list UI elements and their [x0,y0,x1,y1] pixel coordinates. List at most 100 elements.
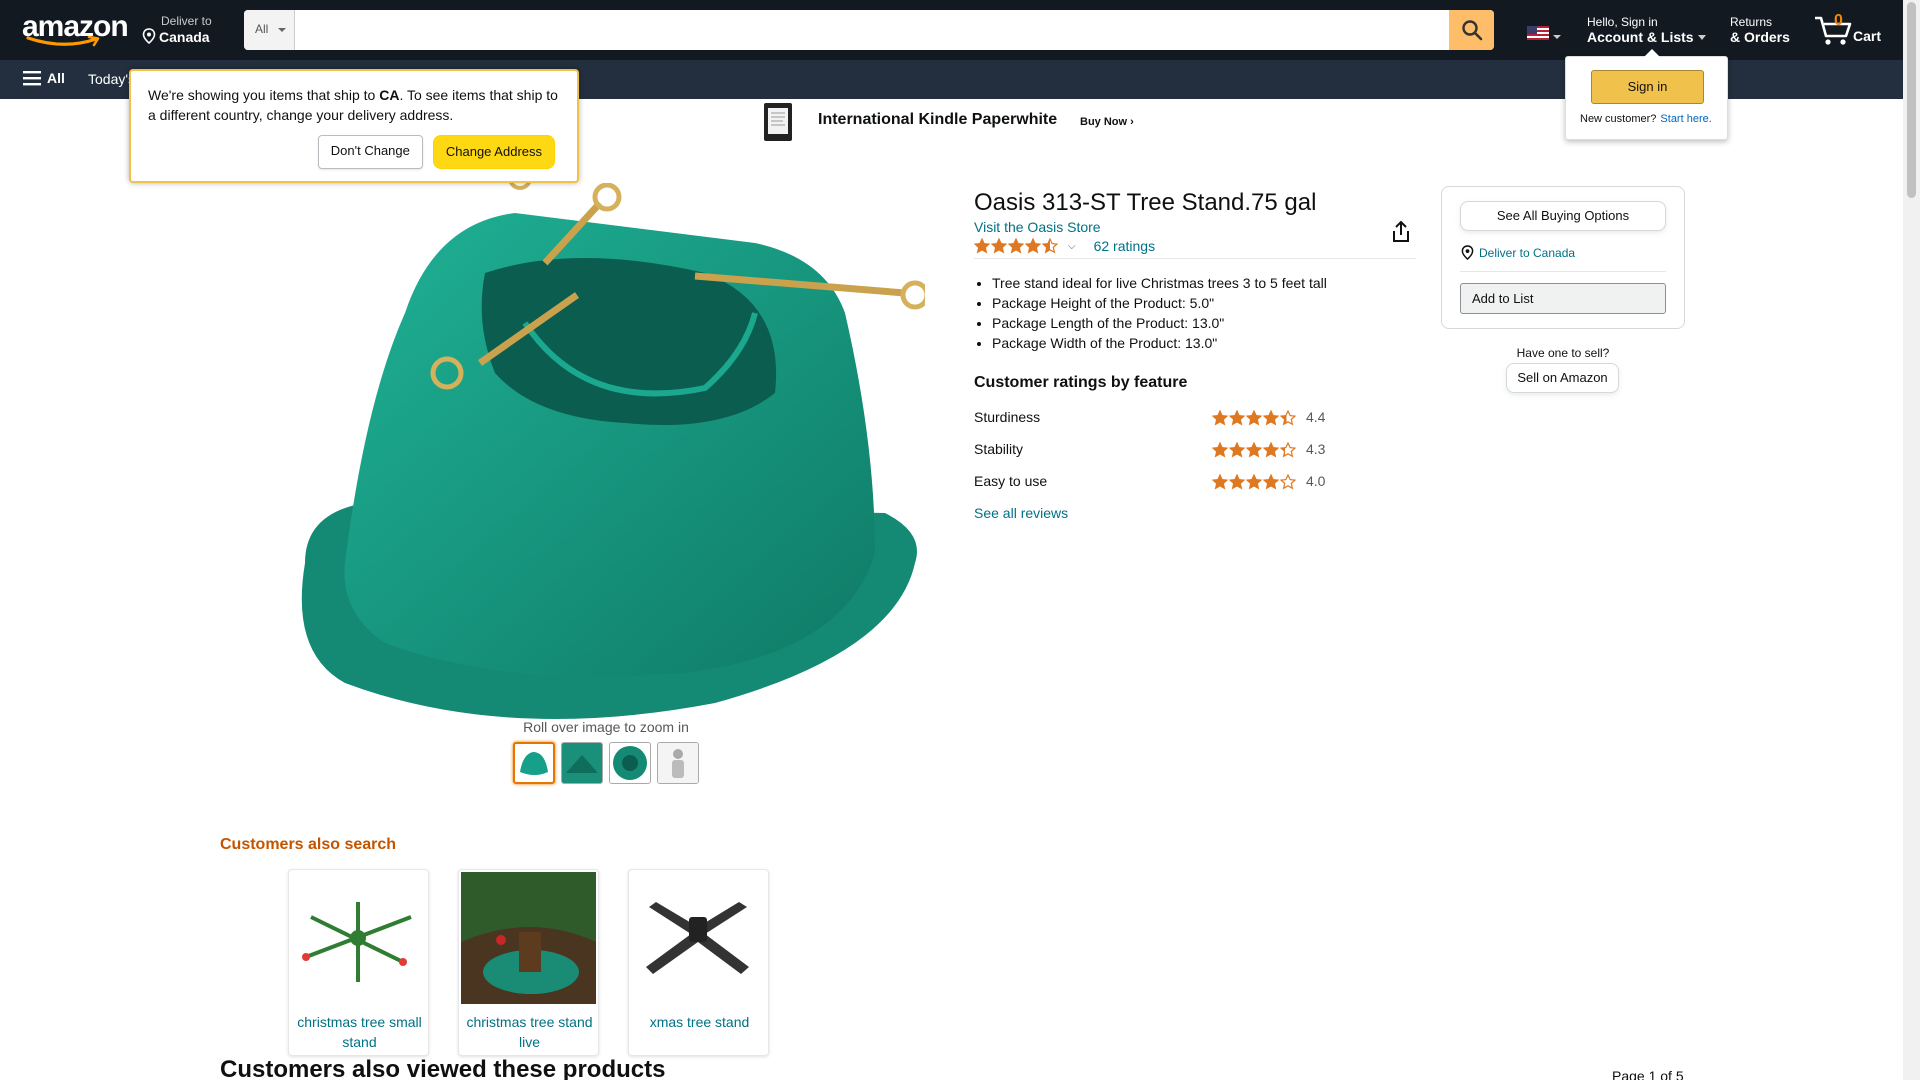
product-thumbnail-image [613,746,647,780]
thumbnail-3[interactable] [609,742,651,784]
divider [974,258,1416,259]
product-rating-stars[interactable] [974,238,1058,254]
todays-deals-link[interactable]: Today's [88,71,135,87]
all-menu-label: All [47,70,65,86]
feature-stars [1212,474,1296,490]
store-link[interactable]: Visit the Oasis Store [974,219,1101,235]
us-flag-icon[interactable] [1527,26,1549,40]
star-icon [1246,474,1262,490]
sell-on-amazon-button[interactable]: Sell on Amazon [1506,363,1619,393]
also-search-card[interactable]: christmas tree stand live [458,869,599,1056]
feature-name: Stability [974,441,1024,457]
star-icon [1008,238,1024,254]
star-icon [1212,410,1228,426]
star-icon [1246,442,1262,458]
star-icon [1263,474,1279,490]
bullet-item: Package Height of the Product: 5.0" [992,293,1327,313]
star-icon [1229,442,1245,458]
hamburger-icon [23,71,41,86]
tree-stand-live-image [461,872,596,1004]
star-icon [1212,474,1228,490]
deliver-line1: Deliver to [161,14,212,28]
star-icon [1042,238,1058,254]
search-button[interactable] [1449,10,1494,50]
also-search-card[interactable]: christmas tree small stand [288,869,429,1056]
delivery-country-popover: We're showing you items that ship to CA.… [129,69,579,183]
small-tree-stand-image [291,872,426,1004]
cart-count: 0 [1834,12,1843,29]
star-icon [1212,442,1228,458]
flyout-arrow [1644,49,1660,57]
ratings-count-link[interactable]: 62 ratings [1094,238,1155,254]
star-icon [1025,238,1041,254]
feature-bullets: Tree stand ideal for live Christmas tree… [992,273,1327,353]
star-icon [1263,442,1279,458]
customers-also-viewed-title: Customers also viewed these products [220,1056,666,1080]
star-icon [1280,410,1296,426]
popover-country: CA [379,87,400,103]
dont-change-button[interactable]: Don't Change [317,135,423,169]
feature-name: Sturdiness [974,409,1041,425]
scrollbar-thumb[interactable] [1907,2,1916,198]
star-icon [1280,474,1296,490]
banner-title: International Kindle Paperwhite [818,111,1058,128]
change-address-button[interactable]: Change Address [432,135,555,169]
see-all-reviews-link[interactable]: See all reviews [974,505,1068,521]
thumbnail-4[interactable] [657,742,699,784]
thumbnail-1[interactable] [513,742,555,784]
account-lists-label: Account & Lists [1587,29,1694,45]
star-icon [991,238,1007,254]
bullet-item: Package Width of the Product: 13.0" [992,333,1327,353]
deliver-to-link[interactable]: Deliver to Canada [1461,245,1575,260]
product-main-image[interactable] [285,183,925,723]
customers-also-search-title: Customers also search [220,836,397,853]
page-scrollbar[interactable] [1903,0,1920,1080]
have-one-to-sell: Have one to sell? [1516,346,1610,360]
deliver-to[interactable]: Deliver to Canada [142,14,212,45]
divider [1460,271,1666,272]
feature-row-stability: Stability 4.3 [974,441,1334,461]
feature-name: Easy to use [974,473,1048,489]
share-icon[interactable] [1391,220,1411,244]
chevron-down-icon[interactable]: ⌵ [1068,241,1076,252]
language-caret-icon[interactable] [1553,35,1561,39]
search-input[interactable] [295,10,1450,50]
feature-row-sturdiness: Sturdiness 4.4 [974,409,1334,429]
orders-label: & Orders [1730,29,1790,45]
feature-ratings-title: Customer ratings by feature [974,374,1188,391]
amazon-logo[interactable]: amazon [20,10,129,48]
add-to-list-button[interactable]: Add to List [1460,283,1666,314]
feature-value: 4.0 [1306,473,1326,489]
account-lists[interactable]: Hello, Sign in Account & Lists [1587,15,1706,46]
caret-down-icon [278,28,286,32]
start-here-link[interactable]: Start here. [1660,113,1711,125]
banner-buy-now[interactable]: Buy Now › [1080,116,1134,128]
cart-icon [1815,16,1852,45]
bullet-item: Tree stand ideal for live Christmas tree… [992,273,1327,293]
star-icon [1280,442,1296,458]
search-category-select[interactable]: All [244,10,295,50]
star-icon [1229,410,1245,426]
feature-value: 4.4 [1306,409,1326,425]
kindle-device-icon [764,103,792,141]
also-search-label: xmas tree stand [649,1014,750,1030]
rating-row: ⌵ 62 ratings [974,238,1155,254]
sign-in-button[interactable]: Sign in [1591,70,1704,104]
cart-label: Cart [1853,28,1882,44]
also-search-label: christmas tree stand live [466,1014,593,1050]
feature-row-easy-to-use: Easy to use 4.0 [974,473,1334,493]
see-all-buying-options-button[interactable]: See All Buying Options [1460,201,1666,231]
star-icon [1246,410,1262,426]
star-icon [1229,474,1245,490]
search-category-label: All [255,22,269,36]
thumbnail-2[interactable] [561,742,603,784]
thumbnail-strip [513,742,699,784]
new-customer-text: New customer? Start here. [1580,113,1712,125]
feature-stars [1212,410,1296,426]
account-greeting: Hello, Sign in [1587,15,1658,29]
returns-orders[interactable]: Returns & Orders [1730,15,1790,46]
cart[interactable]: 0 Cart [1813,10,1885,50]
smile-icon [26,36,100,47]
all-menu-button[interactable]: All [23,70,65,86]
also-search-card[interactable]: xmas tree stand [628,869,769,1056]
